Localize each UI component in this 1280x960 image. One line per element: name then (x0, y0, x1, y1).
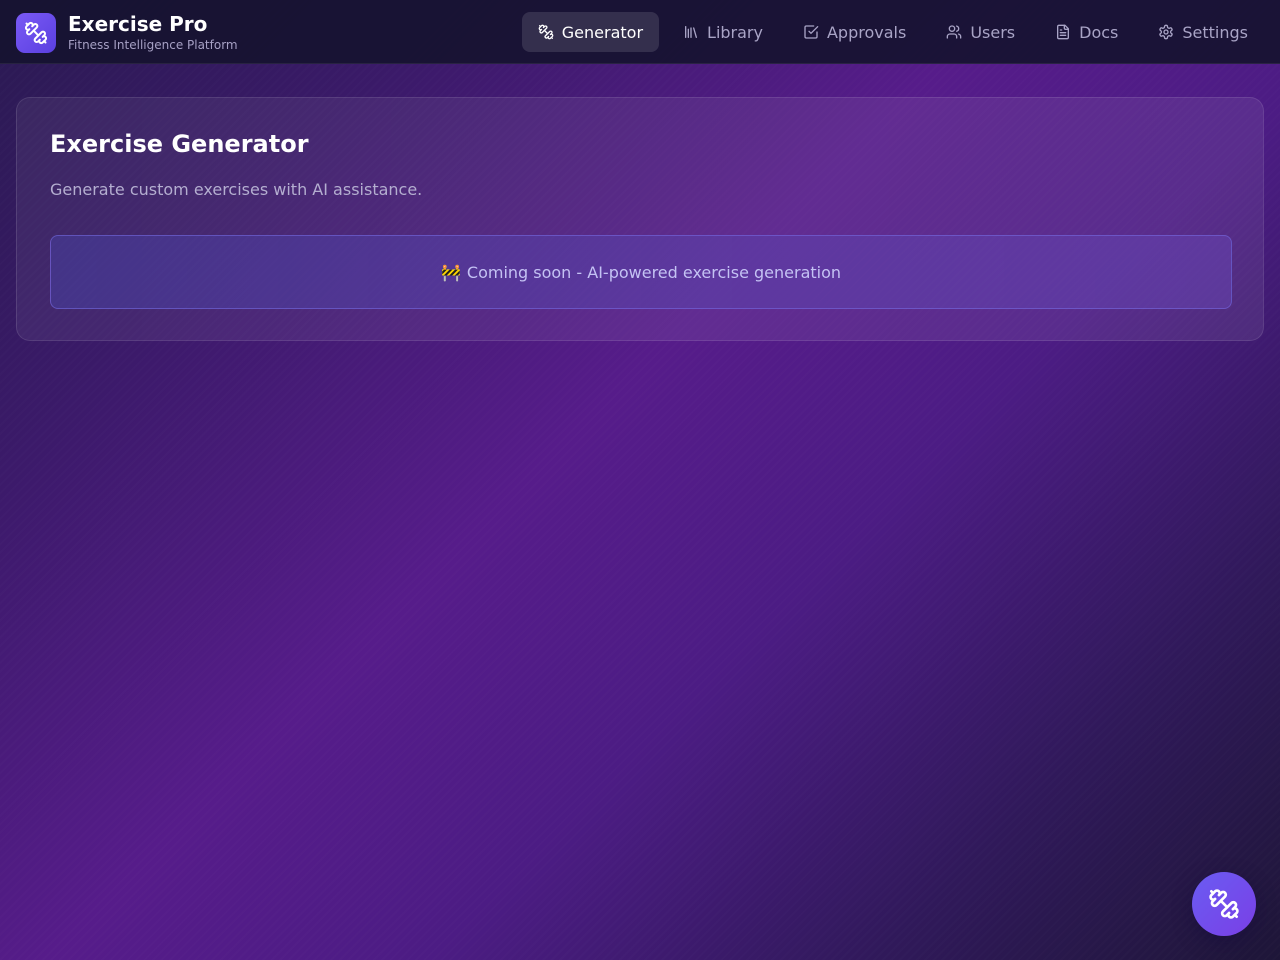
app-subtitle: Fitness Intelligence Platform (68, 38, 238, 52)
floating-action-button[interactable] (1192, 872, 1256, 936)
page-title: Exercise Generator (50, 130, 309, 158)
brand[interactable]: Exercise Pro Fitness Intelligence Platfo… (16, 12, 238, 53)
dumbbell-icon (1209, 889, 1239, 919)
nav-label: Users (970, 22, 1016, 42)
app-title: Exercise Pro (68, 12, 208, 36)
nav-label: Library (707, 22, 763, 42)
generator-card: Exercise Generator Generate custom exerc… (16, 97, 1264, 341)
dumbbell-icon (538, 24, 554, 40)
nav-label: Settings (1182, 22, 1248, 42)
library-icon (685, 26, 698, 38)
page-description: Generate custom exercises with AI assist… (50, 180, 423, 199)
document-icon (1057, 24, 1070, 40)
nav-item-users[interactable]: Users (930, 12, 1031, 52)
nav-label: Docs (1079, 22, 1119, 42)
main-nav: Generator Library Approvals Users Docs S… (514, 12, 1264, 52)
notice-text: Coming soon - AI-powered exercise genera… (466, 262, 842, 282)
users-icon (946, 25, 962, 39)
top-navigation-bar: Exercise Pro Fitness Intelligence Platfo… (0, 0, 1280, 64)
nav-item-docs[interactable]: Docs (1039, 12, 1134, 52)
coming-soon-notice: 🚧 Coming soon - AI-powered exercise gene… (50, 235, 1232, 309)
nav-label: Approvals (826, 22, 907, 42)
checkbox-icon (804, 25, 819, 39)
nav-item-approvals[interactable]: Approvals (787, 12, 922, 52)
gear-icon (1159, 24, 1174, 40)
nav-label: Generator (561, 22, 644, 42)
construction-icon: 🚧 (440, 262, 461, 282)
dumbbell-icon (16, 12, 56, 53)
nav-item-settings[interactable]: Settings (1142, 12, 1264, 52)
nav-item-library[interactable]: Library (667, 12, 779, 52)
nav-item-generator[interactable]: Generator (521, 12, 660, 52)
